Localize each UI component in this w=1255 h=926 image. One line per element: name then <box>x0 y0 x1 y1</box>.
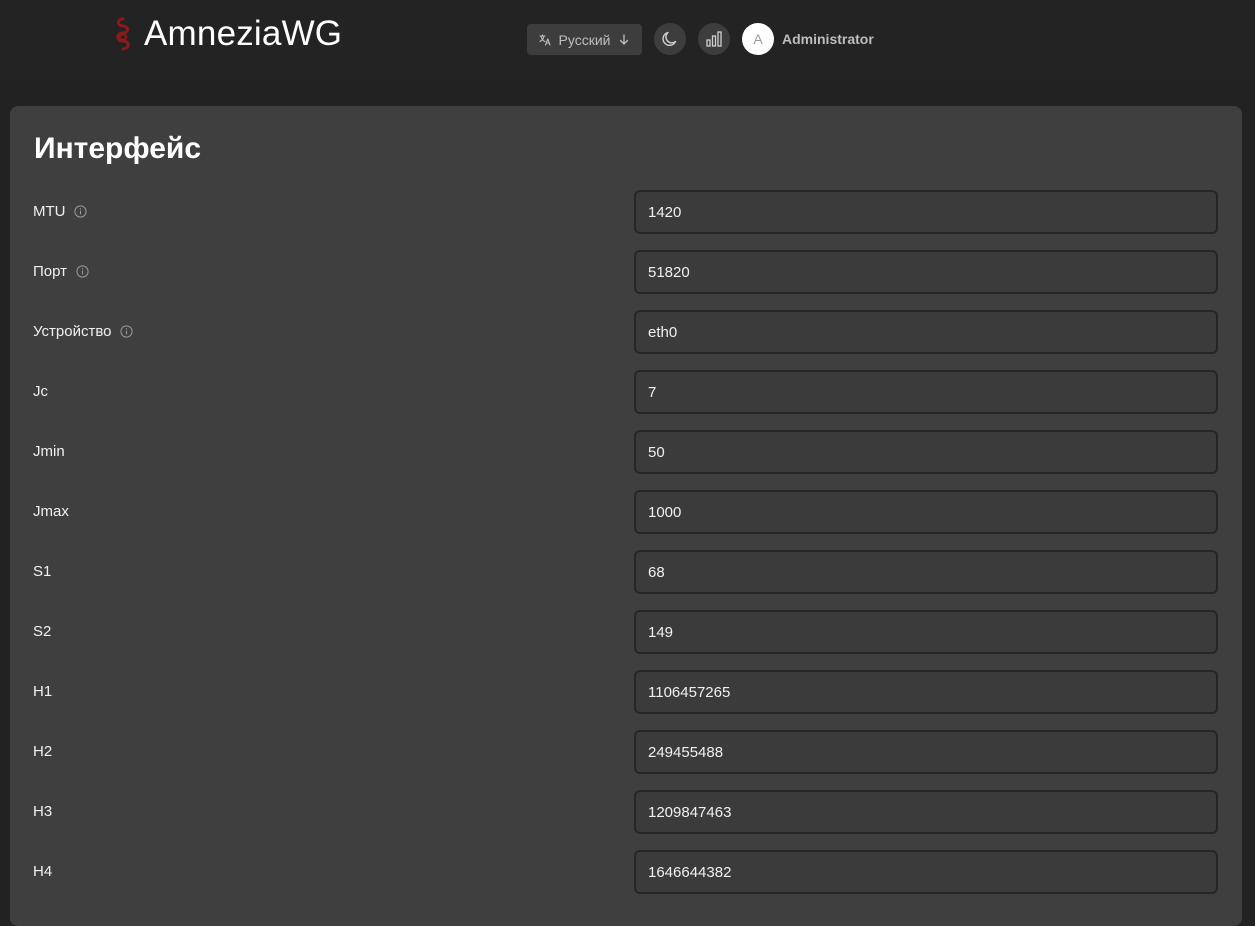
field-input[interactable] <box>634 490 1218 534</box>
settings-row: Устройство <box>10 310 1242 354</box>
info-icon[interactable] <box>74 205 88 219</box>
field-label-text: Порт <box>33 263 68 280</box>
field-input[interactable] <box>634 250 1218 294</box>
field-input[interactable] <box>634 670 1218 714</box>
moon-icon <box>661 30 679 48</box>
field-label: Jc <box>33 383 48 400</box>
info-icon[interactable] <box>75 265 89 279</box>
language-select-button[interactable]: Русский <box>527 24 642 55</box>
field-input[interactable] <box>634 550 1218 594</box>
field-label-text: S1 <box>33 563 52 580</box>
field-label: H2 <box>33 743 52 760</box>
translate-icon <box>538 33 551 46</box>
language-label: Русский <box>558 31 611 48</box>
top-header: AmneziaWG Русский A Administrator <box>0 0 1255 80</box>
settings-row: H1 <box>10 670 1242 714</box>
settings-row: Jmax <box>10 490 1242 534</box>
field-label-text: S2 <box>33 623 52 640</box>
avatar[interactable]: A <box>742 23 774 55</box>
field-label: H3 <box>33 803 52 820</box>
arrow-down-icon <box>618 33 630 46</box>
field-label: S1 <box>33 563 51 580</box>
field-label: Jmax <box>33 503 69 520</box>
brand[interactable]: AmneziaWG <box>110 14 342 54</box>
settings-row: H4 <box>10 850 1242 894</box>
settings-row: S2 <box>10 610 1242 654</box>
settings-row: Jmin <box>10 430 1242 474</box>
page-title: Интерфейс <box>34 132 202 165</box>
theme-toggle-button[interactable] <box>654 23 686 55</box>
field-label: H4 <box>33 863 52 880</box>
settings-row: Jc <box>10 370 1242 414</box>
field-label: MTU <box>33 203 88 220</box>
field-input[interactable] <box>634 310 1218 354</box>
field-label-text: H1 <box>33 683 53 700</box>
info-icon[interactable] <box>119 325 133 339</box>
field-label-text: MTU <box>33 203 66 220</box>
field-label-text: Устройство <box>33 323 112 340</box>
field-label: S2 <box>33 623 51 640</box>
field-input[interactable] <box>634 850 1218 894</box>
field-input[interactable] <box>634 730 1218 774</box>
field-label-text: Jmax <box>33 503 69 520</box>
field-label: H1 <box>33 683 52 700</box>
field-input[interactable] <box>634 430 1218 474</box>
field-label-text: Jmin <box>33 443 65 460</box>
field-label: Порт <box>33 263 89 280</box>
field-label-text: Jc <box>33 383 48 400</box>
settings-row: H3 <box>10 790 1242 834</box>
field-input[interactable] <box>634 790 1218 834</box>
field-label-text: H2 <box>33 743 53 760</box>
username[interactable]: Administrator <box>782 31 874 47</box>
field-input[interactable] <box>634 610 1218 654</box>
field-label: Устройство <box>33 323 133 340</box>
settings-row: Порт <box>10 250 1242 294</box>
field-label-text: H3 <box>33 803 53 820</box>
field-input[interactable] <box>634 370 1218 414</box>
settings-row: S1 <box>10 550 1242 594</box>
field-input[interactable] <box>634 190 1218 234</box>
settings-row: MTU <box>10 190 1242 234</box>
field-label: Jmin <box>33 443 65 460</box>
settings-row: H2 <box>10 730 1242 774</box>
amnezia-logo-icon <box>110 16 136 52</box>
field-label-text: H4 <box>33 863 53 880</box>
brand-name: AmneziaWG <box>144 14 343 53</box>
bar-chart-icon <box>705 30 723 48</box>
stats-toggle-button[interactable] <box>698 23 730 55</box>
interface-settings-panel: Интерфейс MTU Порт Устройство Jc Jmin Jmax S1 S… <box>10 106 1242 926</box>
